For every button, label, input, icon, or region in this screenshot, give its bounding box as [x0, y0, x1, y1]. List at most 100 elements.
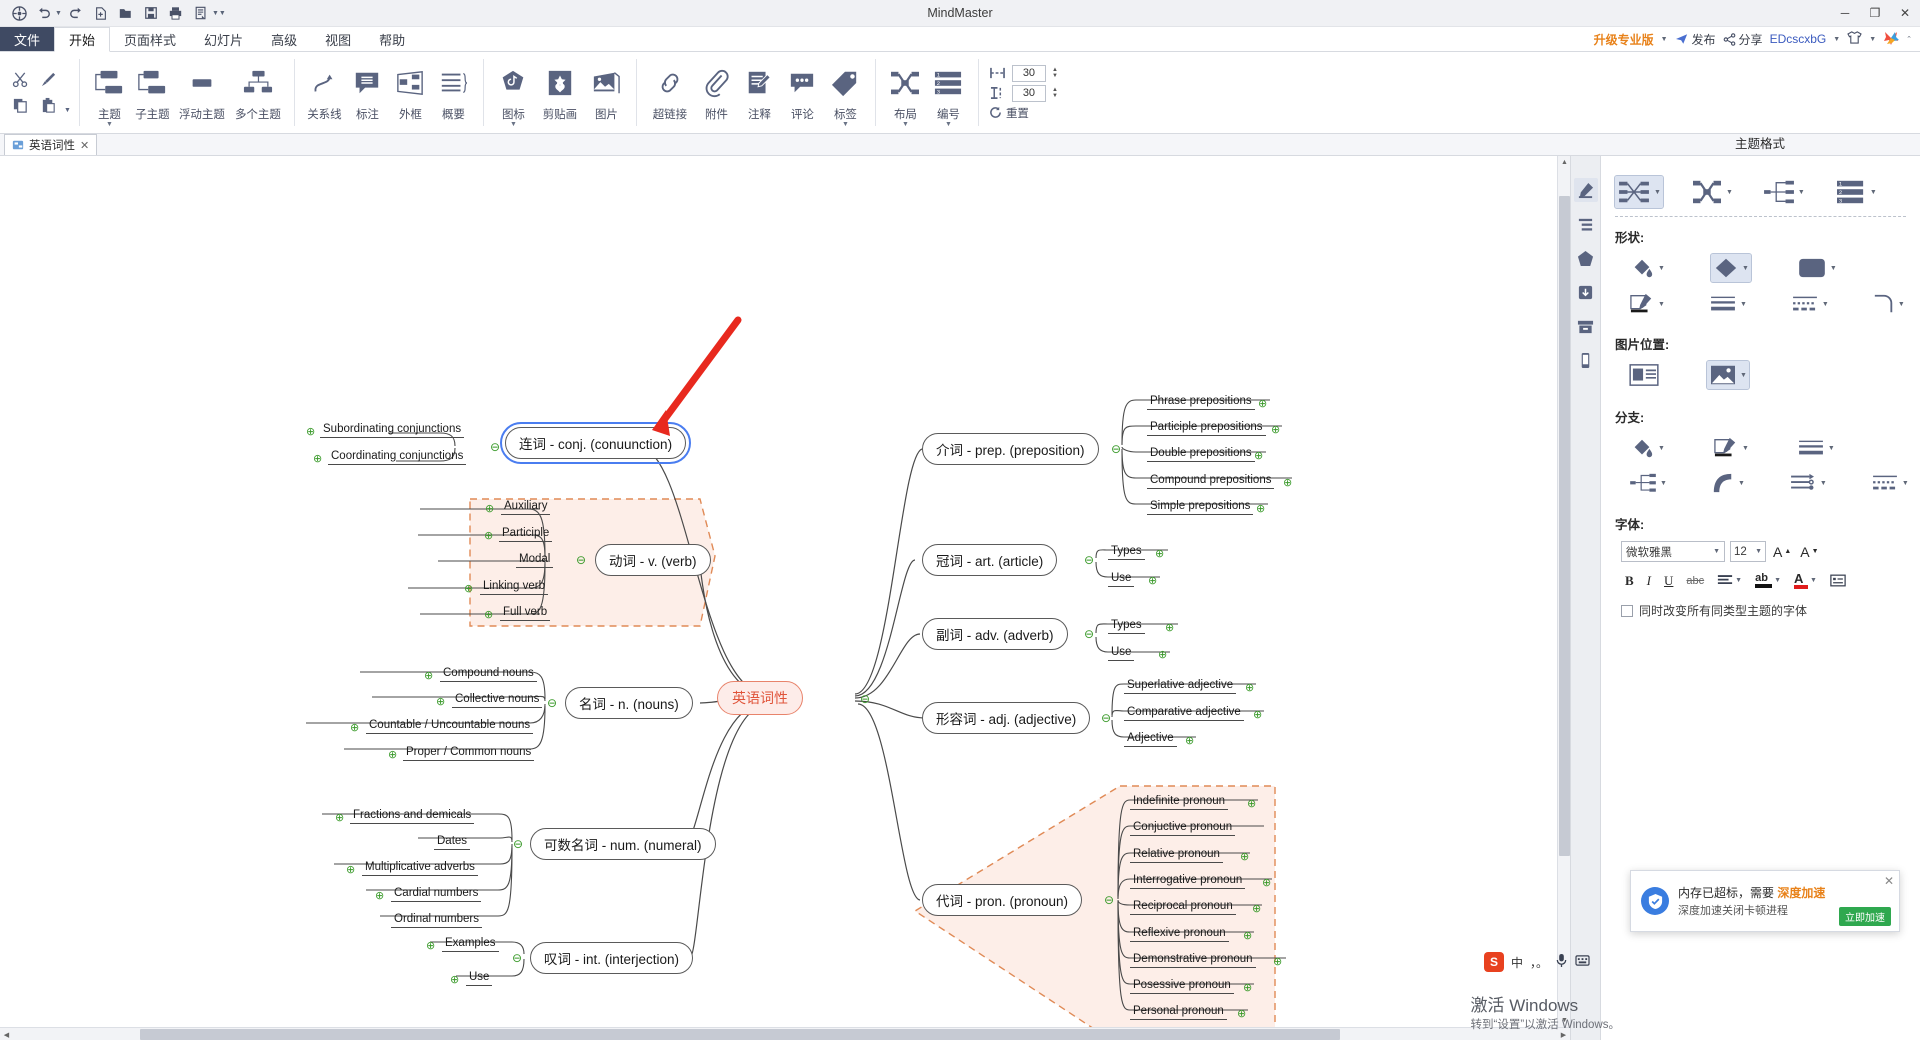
maximize-button[interactable]: ❐ — [1860, 0, 1890, 27]
style-preset-2-dropdown-icon[interactable]: ▼ — [1726, 189, 1733, 196]
adjective-child-0[interactable]: Superlative adjective — [1124, 678, 1237, 694]
adjective-child-1-plus-icon[interactable]: ⊕ — [1253, 710, 1262, 721]
shirt-icon[interactable] — [1847, 31, 1862, 47]
close-button[interactable]: ✕ — [1890, 0, 1920, 27]
style-preset-2[interactable]: ▼ — [1689, 176, 1735, 208]
picture-button[interactable]: 图片 — [585, 56, 628, 130]
preposition-collapse-icon[interactable]: ⊖ — [1111, 443, 1121, 455]
new-file-icon[interactable] — [90, 3, 112, 24]
ime-mode-label[interactable]: 中 — [1511, 954, 1523, 971]
shape-type-picker[interactable]: ▼ — [1709, 253, 1752, 283]
icon-button[interactable]: 图标 ▼ — [492, 56, 535, 130]
font-size-dropdown-icon[interactable]: ▼ — [1755, 548, 1762, 555]
pronoun-child-7[interactable]: Posessive pronoun — [1130, 978, 1234, 994]
branch-shape-dropdown-icon[interactable]: ▼ — [1660, 480, 1667, 487]
conjunction-child-1-plus-icon[interactable]: ⊕ — [313, 454, 322, 465]
numeral-collapse-icon[interactable]: ⊖ — [513, 838, 523, 850]
customize-qat-icon[interactable]: ▼ — [219, 10, 226, 17]
conjunction-child-0[interactable]: Subordinating conjunctions — [320, 422, 465, 438]
adjective-child-0-plus-icon[interactable]: ⊕ — [1245, 683, 1254, 694]
adverb-child-0-plus-icon[interactable]: ⊕ — [1165, 623, 1174, 634]
save-icon[interactable] — [140, 3, 162, 24]
line-weight-dropdown-icon[interactable]: ▼ — [1740, 301, 1747, 308]
article-child-1[interactable]: Use — [1108, 571, 1135, 587]
verb-child-4-plus-icon[interactable]: ⊕ — [484, 610, 493, 621]
tab-home[interactable]: 开始 — [54, 27, 111, 52]
numeral-child-1[interactable]: Dates — [434, 834, 471, 850]
pronoun-child-3-plus-icon[interactable]: ⊕ — [1262, 878, 1271, 889]
text-direction-button[interactable] — [1828, 573, 1848, 588]
style-preset-3[interactable]: ▼ — [1761, 176, 1807, 208]
attachment-button[interactable]: 附件 — [695, 56, 738, 130]
notification-close-icon[interactable]: ✕ — [1884, 874, 1894, 888]
article-child-1-plus-icon[interactable]: ⊕ — [1148, 576, 1157, 587]
interjection-child-1-plus-icon[interactable]: ⊕ — [450, 975, 459, 986]
layout-dropdown-icon[interactable]: ▼ — [902, 121, 909, 128]
theme-format-rail-icon[interactable] — [1573, 178, 1598, 202]
mindmap-canvas[interactable]: 英语词性 ⊖ 连词 - conj. (conuunction) ⊖ Subord… — [0, 156, 1570, 1040]
accelerate-now-button[interactable]: 立即加速 — [1839, 907, 1891, 926]
preposition-child-3-plus-icon[interactable]: ⊕ — [1283, 478, 1292, 489]
user-account-label[interactable]: EDcscxbG — [1770, 32, 1827, 46]
keyboard-icon[interactable] — [1575, 954, 1590, 970]
boundary-button[interactable]: 外框 — [389, 56, 432, 130]
verb-child-1[interactable]: Participle — [499, 526, 553, 542]
tag-dropdown-icon[interactable]: ▼ — [842, 121, 849, 128]
export-dropdown-icon[interactable]: ▼ — [212, 10, 219, 17]
line-weight-picker[interactable]: ▼ — [1707, 291, 1749, 317]
noun-child-0-plus-icon[interactable]: ⊕ — [424, 671, 433, 682]
noun-child-3-plus-icon[interactable]: ⊕ — [388, 750, 397, 761]
conjunction-collapse-icon[interactable]: ⊖ — [490, 441, 500, 453]
numbering-dropdown-icon[interactable]: ▼ — [945, 121, 952, 128]
noun-collapse-icon[interactable]: ⊖ — [547, 697, 557, 709]
font-size-select[interactable]: 12 ▼ — [1730, 541, 1766, 562]
article-collapse-icon[interactable]: ⊖ — [1084, 554, 1094, 566]
verb-child-0[interactable]: Auxiliary — [501, 499, 551, 515]
adverb-collapse-icon[interactable]: ⊖ — [1084, 628, 1094, 640]
outline-rail-icon[interactable] — [1574, 212, 1598, 236]
image-position-top[interactable]: ▼ — [1706, 360, 1750, 390]
highlight-color-dropdown-icon[interactable]: ▼ — [1774, 577, 1781, 584]
tag-button[interactable]: 标签 ▼ — [824, 56, 867, 130]
pronoun-collapse-icon[interactable]: ⊖ — [1104, 894, 1114, 906]
pronoun-child-4[interactable]: Reciprocal pronoun — [1130, 899, 1236, 915]
adverb-child-1[interactable]: Use — [1108, 645, 1135, 661]
vertical-spacing-stepper[interactable]: ▲ ▼ — [1052, 87, 1058, 99]
pronoun-child-5-plus-icon[interactable]: ⊕ — [1243, 931, 1252, 942]
verb-child-0-plus-icon[interactable]: ⊕ — [485, 504, 494, 515]
shape-preview-dropdown-icon[interactable]: ▼ — [1830, 265, 1837, 272]
corner-style-dropdown-icon[interactable]: ▼ — [1898, 301, 1905, 308]
share-button[interactable]: 分享 — [1723, 31, 1763, 48]
comment-button[interactable]: 评论 — [781, 56, 824, 130]
reset-button[interactable]: 重置 — [989, 105, 1058, 121]
apply-all-checkbox-row[interactable]: 同时改变所有同类型主题的字体 — [1621, 602, 1906, 619]
pronoun-child-6[interactable]: Demonstrative pronoun — [1130, 952, 1256, 968]
noun-child-1-plus-icon[interactable]: ⊕ — [436, 697, 445, 708]
hyperlink-button[interactable]: 超链接 — [645, 56, 695, 130]
style-preset-1[interactable]: ▼ — [1614, 175, 1664, 209]
font-color-dropdown-icon[interactable]: ▼ — [1810, 577, 1817, 584]
multiple-topics-button[interactable]: 多个主题 — [230, 56, 286, 130]
topic-button[interactable]: 主题 ▼ — [88, 56, 131, 130]
branch-fill-dropdown-icon[interactable]: ▼ — [1658, 445, 1665, 452]
scroll-left-icon[interactable]: ◀ — [0, 1028, 13, 1040]
tab-advanced[interactable]: 高级 — [257, 27, 311, 51]
increase-font-button[interactable]: A ▲ — [1771, 543, 1793, 561]
sogou-ime-icon[interactable]: S — [1483, 952, 1504, 972]
adjective-collapse-icon[interactable]: ⊖ — [1101, 712, 1111, 724]
branch-arrow-picker[interactable]: ▼ — [1787, 470, 1829, 496]
pronoun-child-7-plus-icon[interactable]: ⊕ — [1243, 983, 1252, 994]
fill-color-picker[interactable]: ▼ — [1627, 254, 1667, 282]
mobile-rail-icon[interactable] — [1574, 348, 1598, 372]
pronoun-child-5[interactable]: Reflexive pronoun — [1130, 926, 1229, 942]
branch-line-color-dropdown-icon[interactable]: ▼ — [1742, 445, 1749, 452]
conjunction-topic[interactable]: 连词 - conj. (conuunction) — [499, 422, 692, 464]
article-child-0[interactable]: Types — [1108, 544, 1145, 560]
pronoun-child-8-plus-icon[interactable]: ⊕ — [1237, 1009, 1246, 1020]
tab-file[interactable]: 文件 — [0, 27, 55, 51]
export-rail-icon[interactable] — [1574, 280, 1598, 304]
article-topic[interactable]: 冠词 - art. (article) — [922, 544, 1058, 576]
paste-icon[interactable] — [36, 94, 60, 118]
archive-rail-icon[interactable] — [1574, 314, 1598, 338]
vertical-spacing-input[interactable]: 30 — [1011, 84, 1046, 102]
